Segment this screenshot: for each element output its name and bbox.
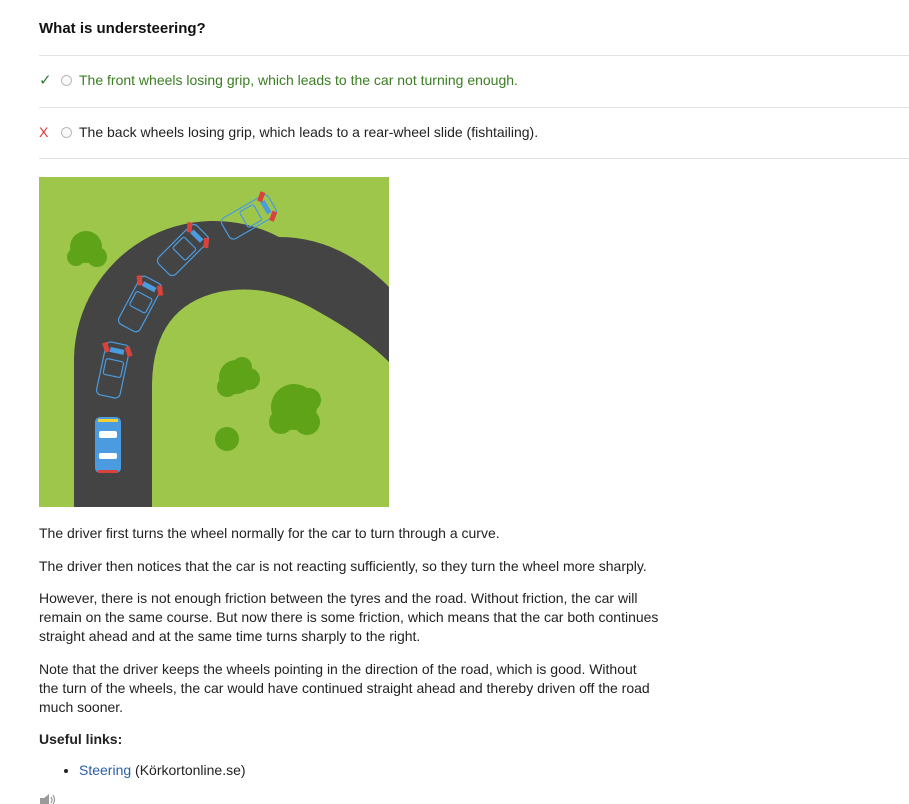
cross-icon: X: [39, 124, 49, 140]
answer-option-1[interactable]: ✓ The front wheels losing grip, which le…: [39, 70, 518, 90]
explanation-paragraph: However, there is not enough friction be…: [39, 590, 659, 644]
checkmark-icon: ✓: [39, 72, 52, 89]
answer-text-2: The back wheels losing grip, which leads…: [79, 124, 539, 140]
answer-radio-1[interactable]: [61, 74, 72, 86]
answer-radio-2[interactable]: [61, 126, 72, 138]
explanation-paragraph: Note that the driver keeps the wheels po…: [39, 661, 650, 715]
bush-icon: [215, 427, 239, 451]
list-item: Steering (Körkortonline.se): [79, 762, 246, 778]
answer-text-1: The front wheels losing grip, which lead…: [79, 72, 518, 88]
explanation-paragraph: The driver first turns the wheel normall…: [39, 525, 500, 541]
divider: [39, 55, 909, 56]
useful-links-list: Steering (Körkortonline.se): [39, 762, 246, 778]
divider: [39, 158, 909, 159]
answer-option-2[interactable]: X The back wheels losing grip, which lea…: [39, 122, 538, 142]
link-source: (Körkortonline.se): [131, 762, 246, 778]
understeering-illustration: [39, 177, 389, 507]
divider: [39, 107, 909, 108]
useful-links-heading: Useful links:: [39, 731, 123, 747]
question-title: What is understeering?: [39, 20, 206, 37]
car-icon: [95, 417, 121, 473]
steering-link[interactable]: Steering: [79, 762, 131, 778]
explanation-paragraph: The driver then notices that the car is …: [39, 558, 647, 574]
